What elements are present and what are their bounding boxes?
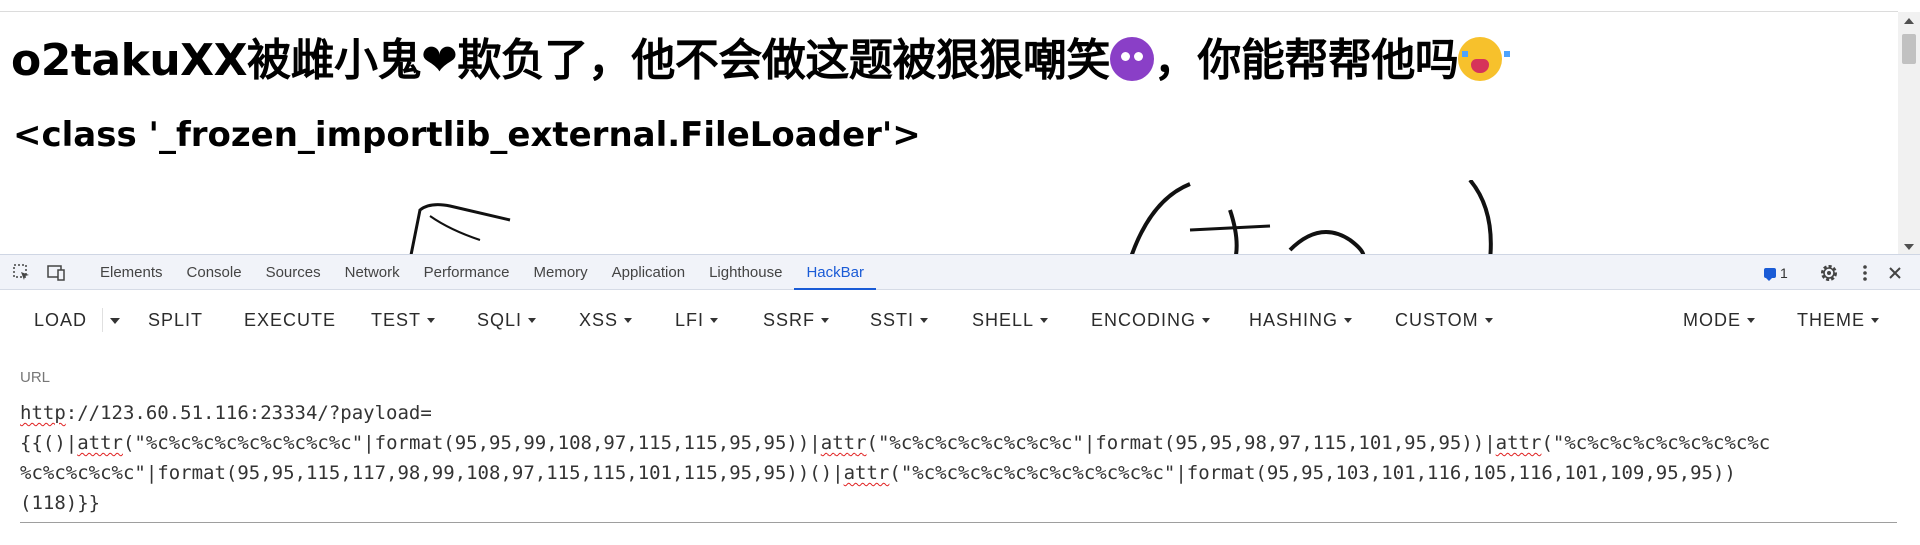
- test-menu-button[interactable]: TEST: [371, 308, 436, 332]
- page-top-divider: [0, 11, 1898, 12]
- chevron-down-icon: [1747, 318, 1755, 323]
- smiling-devil-icon: [1109, 37, 1154, 81]
- hackbar-toolbar: LOAD SPLIT EXECUTE TEST SQLI XSS LFI SSR…: [0, 290, 1920, 350]
- page-scrollbar[interactable]: [1898, 12, 1920, 254]
- more-options-icon[interactable]: [1855, 263, 1875, 283]
- ssti-label: SSTI: [870, 310, 915, 330]
- issues-message-icon: [1764, 268, 1776, 281]
- devtools-tabs: Elements Console Sources Network Perform…: [88, 255, 876, 290]
- tab-sources[interactable]: Sources: [254, 255, 333, 290]
- tab-application[interactable]: Application: [600, 255, 697, 290]
- title-text-part3: ，你能帮帮他吗: [1153, 35, 1459, 86]
- url-field-label: URL: [20, 369, 51, 386]
- load-dropdown-caret-icon[interactable]: [110, 318, 120, 324]
- xss-label: XSS: [579, 310, 619, 330]
- split-label: SPLIT: [148, 310, 204, 330]
- chevron-down-icon: [821, 318, 830, 323]
- ssti-menu-button[interactable]: SSTI: [870, 308, 929, 332]
- chevron-down-icon: [1484, 318, 1493, 323]
- load-button[interactable]: LOAD: [34, 308, 87, 332]
- chevron-down-icon: [427, 318, 436, 323]
- url-line: http://123.60.51.116:23334/?payload=: [20, 402, 432, 424]
- scroll-up-arrow-icon[interactable]: [1904, 18, 1914, 24]
- url-line: (118)}}: [20, 492, 101, 514]
- sqli-menu-button[interactable]: SQLI: [477, 308, 537, 332]
- mode-label: MODE: [1683, 310, 1741, 330]
- chevron-down-icon: [920, 318, 929, 323]
- tab-memory[interactable]: Memory: [522, 255, 600, 290]
- heart-icon: ❤: [421, 35, 458, 86]
- execute-button[interactable]: EXECUTE: [244, 308, 336, 332]
- issues-count: 1: [1780, 265, 1788, 281]
- url-line: {{()|attr("%c%c%c%c%c%c%c%c%c"|format(95…: [20, 432, 1771, 454]
- ssrf-label: SSRF: [763, 310, 816, 330]
- issues-badge[interactable]: 1: [1764, 264, 1788, 282]
- encoding-menu-button[interactable]: ENCODING: [1091, 308, 1211, 332]
- load-label: LOAD: [34, 310, 88, 330]
- sqli-label: SQLI: [477, 310, 523, 330]
- tab-console[interactable]: Console: [175, 255, 254, 290]
- chevron-down-icon: [1040, 318, 1049, 323]
- scroll-down-arrow-icon[interactable]: [1904, 244, 1914, 250]
- hashing-menu-button[interactable]: HASHING: [1249, 308, 1353, 332]
- chevron-down-icon: [528, 318, 537, 323]
- lfi-menu-button[interactable]: LFI: [675, 308, 719, 332]
- shell-menu-button[interactable]: SHELL: [972, 308, 1049, 332]
- close-icon[interactable]: [1885, 263, 1905, 283]
- ssrf-menu-button[interactable]: SSRF: [763, 308, 830, 332]
- devtools-tab-bar: Elements Console Sources Network Perform…: [0, 254, 1920, 290]
- theme-label: THEME: [1797, 310, 1865, 330]
- tab-lighthouse[interactable]: Lighthouse: [697, 255, 794, 290]
- tab-performance[interactable]: Performance: [412, 255, 522, 290]
- split-button[interactable]: SPLIT: [148, 308, 203, 332]
- shell-label: SHELL: [972, 310, 1035, 330]
- url-line: %c%c%c%c%c"|format(95,95,115,117,98,99,1…: [20, 462, 1736, 484]
- title-text-part1: o2takuXX被雌小鬼: [11, 35, 422, 86]
- chevron-down-icon: [624, 318, 633, 323]
- device-toolbar-icon[interactable]: [46, 263, 66, 283]
- chevron-down-icon: [710, 318, 719, 323]
- url-textarea[interactable]: http://123.60.51.116:23334/?payload= {{()…: [20, 398, 1896, 520]
- xss-menu-button[interactable]: XSS: [579, 308, 633, 332]
- hand-drawn-image: [409, 180, 1493, 254]
- tab-network[interactable]: Network: [333, 255, 412, 290]
- gear-icon[interactable]: [1819, 263, 1839, 283]
- load-split-divider: [102, 308, 103, 332]
- custom-menu-button[interactable]: CUSTOM: [1395, 308, 1493, 332]
- inspect-element-icon[interactable]: [12, 263, 32, 283]
- test-label: TEST: [371, 310, 422, 330]
- execute-label: EXECUTE: [244, 310, 337, 330]
- scroll-thumb[interactable]: [1902, 34, 1916, 64]
- chevron-down-icon: [1871, 318, 1879, 323]
- title-text-part2: 欺负了，他不会做这题被狠狠嘲笑: [457, 35, 1110, 86]
- chevron-down-icon: [1344, 318, 1353, 323]
- page-viewport: o2takuXX被雌小鬼❤欺负了，他不会做这题被狠狠嘲笑 ，你能帮帮他吗 <cla…: [0, 0, 1920, 254]
- url-field-underline: [20, 522, 1897, 523]
- mode-menu-button[interactable]: MODE: [1683, 308, 1755, 332]
- tab-hackbar[interactable]: HackBar: [794, 255, 876, 290]
- theme-menu-button[interactable]: THEME: [1797, 308, 1879, 332]
- ssti-result-heading: <class '_frozen_importlib_external.FileL…: [13, 115, 921, 155]
- chevron-down-icon: [1202, 318, 1211, 323]
- custom-label: CUSTOM: [1395, 310, 1479, 330]
- tab-elements[interactable]: Elements: [88, 255, 175, 290]
- lfi-label: LFI: [675, 310, 705, 330]
- hashing-label: HASHING: [1249, 310, 1339, 330]
- encoding-label: ENCODING: [1091, 310, 1197, 330]
- page-title: o2takuXX被雌小鬼❤欺负了，他不会做这题被狠狠嘲笑 ，你能帮帮他吗: [11, 24, 1511, 88]
- crying-face-icon: [1458, 37, 1511, 81]
